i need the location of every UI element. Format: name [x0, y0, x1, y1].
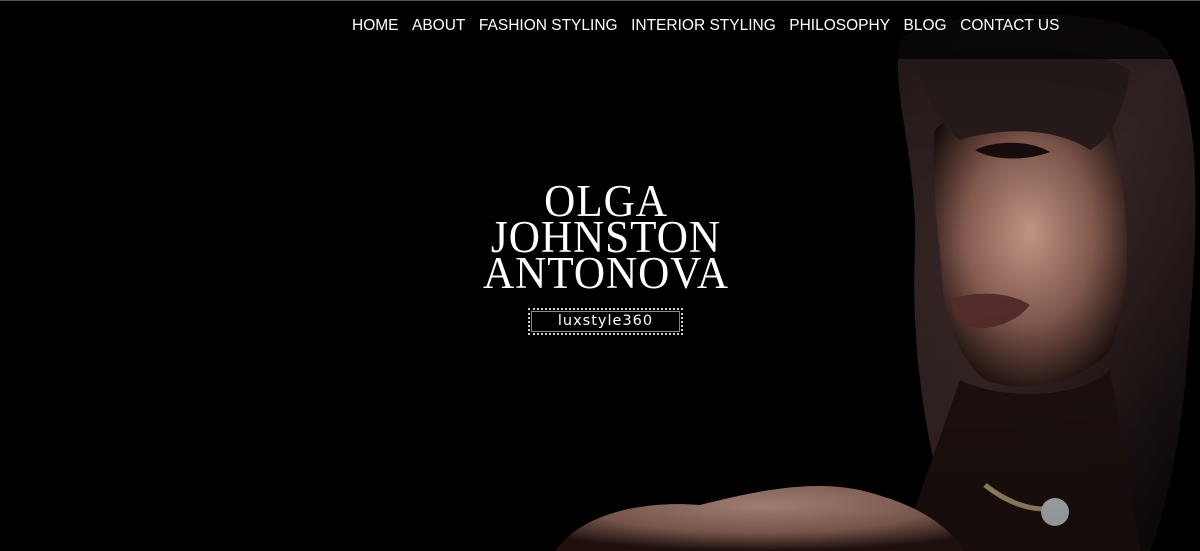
nav-contact-us[interactable]: CONTACT US [960, 17, 1059, 35]
nav-philosophy[interactable]: PHILOSOPHY [789, 17, 890, 35]
tagline-badge: luxstyle360 [528, 308, 683, 335]
logo-last-name: ANTONOVA [482, 248, 730, 298]
page: HOME ABOUT FASHION STYLING INTERIOR STYL… [0, 0, 1200, 551]
nav-interior-styling[interactable]: INTERIOR STYLING [631, 17, 776, 35]
nav-about[interactable]: ABOUT [412, 17, 465, 35]
site-logo[interactable]: OLGA JOHNSTON ANTONOVA [450, 179, 762, 298]
nav-fashion-styling[interactable]: FASHION STYLING [479, 17, 618, 35]
nav-home[interactable]: HOME [352, 17, 399, 35]
nav-blog[interactable]: BLOG [904, 17, 947, 35]
main-navigation: HOME ABOUT FASHION STYLING INTERIOR STYL… [352, 17, 1073, 35]
